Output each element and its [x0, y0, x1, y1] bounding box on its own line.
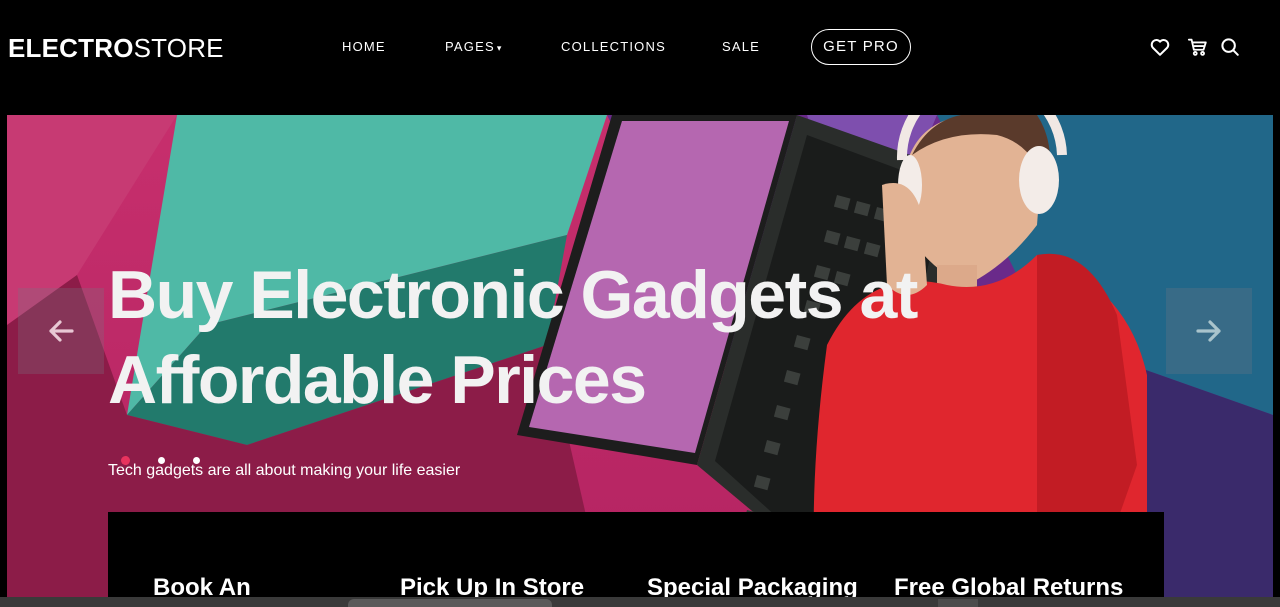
get-pro-button[interactable]: GET PRO: [811, 29, 911, 65]
cart-icon[interactable]: [1187, 36, 1209, 58]
hero-headline: Buy Electronic Gadgets at Affordable Pri…: [108, 253, 918, 423]
nav-item-home[interactable]: HOME: [342, 39, 386, 55]
hero-headline-line-2: Affordable Prices: [108, 342, 647, 418]
heart-icon[interactable]: [1149, 36, 1171, 58]
slider-dot-2[interactable]: [158, 457, 165, 464]
taskbar-tab[interactable]: [348, 599, 552, 607]
arrow-left-icon: [49, 320, 74, 342]
hero-headline-line-1: Buy Electronic Gadgets at: [108, 257, 918, 333]
slider-dot-3[interactable]: [193, 457, 200, 464]
slider-next-button[interactable]: [1166, 288, 1252, 374]
hero-banner: Buy Electronic Gadgets at Affordable Pri…: [7, 115, 1273, 607]
features-bar: Book An Pick Up In Store Special Packagi…: [108, 512, 1164, 607]
taskbar-item[interactable]: [938, 599, 978, 607]
brand-logo[interactable]: ELECTROSTORE: [8, 33, 224, 63]
nav-item-pages[interactable]: PAGES ▾: [445, 39, 503, 56]
nav-item-sale[interactable]: SALE: [722, 39, 760, 55]
chevron-down-icon: ▾: [496, 42, 503, 53]
brand-logo-light: STORE: [133, 33, 224, 63]
slider-prev-button[interactable]: [18, 288, 104, 374]
top-navbar: ELECTROSTORE HOME PAGES ▾ COLLECTIONS SAL…: [0, 0, 1280, 95]
arrow-right-icon: [1196, 320, 1221, 342]
nav-item-collections[interactable]: COLLECTIONS: [561, 39, 666, 55]
nav-item-pages-label: PAGES: [445, 39, 495, 54]
brand-logo-bold: ELECTRO: [8, 33, 134, 63]
slider-dot-1[interactable]: [121, 456, 130, 465]
search-icon[interactable]: [1219, 36, 1241, 58]
hero-subheadline: Tech gadgets are all about making your l…: [108, 462, 461, 479]
taskbar-strip: [0, 597, 1280, 607]
